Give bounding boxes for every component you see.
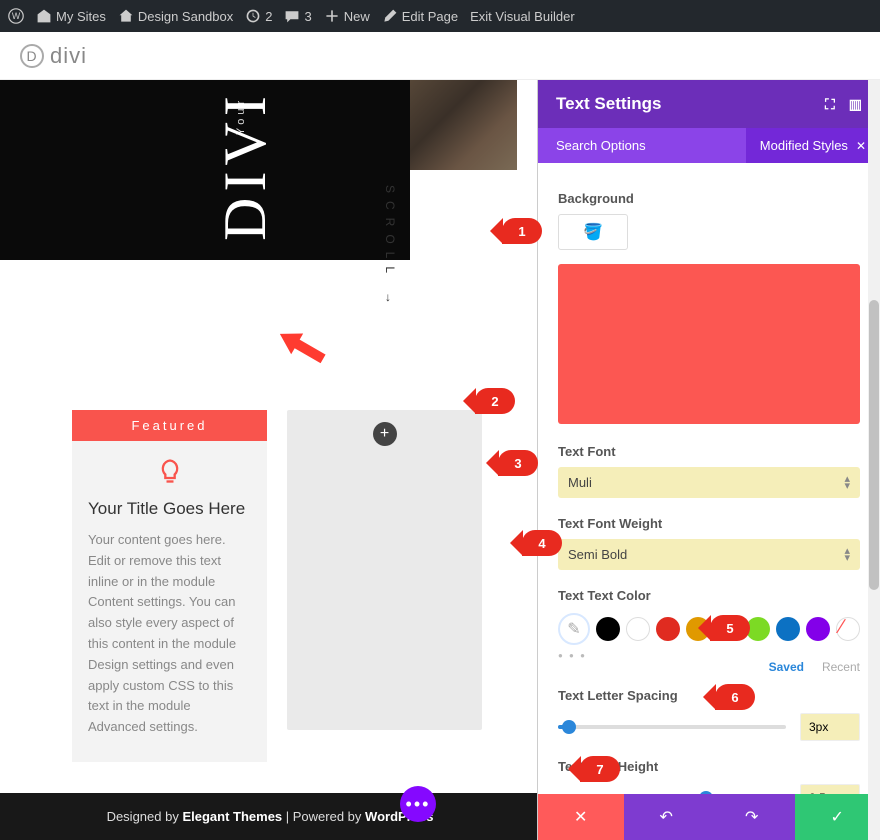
edit-page-link[interactable]: Edit Page xyxy=(382,8,458,24)
panel-scrollbar[interactable] xyxy=(868,80,880,840)
callout-4: 4 xyxy=(522,530,562,556)
my-sites-link[interactable]: My Sites xyxy=(36,8,106,24)
color-swatch-none[interactable]: ∕ xyxy=(836,617,860,641)
site-footer: Designed by Elegant Themes | Powered by … xyxy=(0,793,537,840)
color-swatch-red[interactable] xyxy=(656,617,680,641)
refresh-icon xyxy=(245,8,261,24)
svg-text:W: W xyxy=(12,11,21,21)
expand-icon[interactable]: ⛶ xyxy=(825,96,835,113)
scrollbar-thumb[interactable] xyxy=(869,300,879,590)
divi-logo-icon: D xyxy=(20,44,44,68)
empty-module[interactable]: + xyxy=(287,410,482,730)
featured-badge: Featured xyxy=(72,410,267,441)
callout-6: 6 xyxy=(715,684,755,710)
hero-image xyxy=(409,80,517,170)
wp-logo-icon[interactable]: W xyxy=(8,8,24,24)
hero-title: DIVI xyxy=(211,90,280,241)
site-name-link[interactable]: Design Sandbox xyxy=(118,8,233,24)
callout-5: 5 xyxy=(710,615,750,641)
eyedropper-icon: ✎ xyxy=(567,619,580,639)
scroll-indicator: SCROLL → xyxy=(383,185,397,312)
page-canvas[interactable]: Your DIVI SCROLL → Featured Your Title G… xyxy=(0,80,537,840)
panel-title: Text Settings xyxy=(556,94,661,114)
search-options-tab[interactable]: Search Options xyxy=(538,128,746,163)
cancel-button[interactable]: ✕ xyxy=(538,794,624,840)
home-icon xyxy=(118,8,134,24)
card-text: Your content goes here. Edit or remove t… xyxy=(88,530,251,738)
chevron-updown-icon: ▴▾ xyxy=(844,548,850,561)
color-swatch-white[interactable] xyxy=(626,617,650,641)
spacing-value-input[interactable]: 3px xyxy=(800,713,860,741)
hero-black-box: Your DIVI xyxy=(0,80,410,260)
callout-2: 2 xyxy=(475,388,515,414)
settings-panel: Text Settings ⛶ ▥ Search Options Modifie… xyxy=(537,80,880,840)
plus-icon xyxy=(324,8,340,24)
bg-picker-button[interactable]: 🪣 xyxy=(558,214,628,250)
close-icon[interactable]: ✕ xyxy=(856,139,866,153)
bg-label: Background xyxy=(558,191,860,206)
lineheight-value-input[interactable]: 2.5em xyxy=(800,784,860,794)
redo-icon: ↷ xyxy=(745,807,758,827)
add-module-button[interactable]: + xyxy=(373,422,397,446)
comment-icon xyxy=(284,8,300,24)
wp-admin-bar[interactable]: W My Sites Design Sandbox 2 3 New Edit P… xyxy=(0,0,880,32)
weight-select[interactable]: Semi Bold▴▾ xyxy=(558,539,860,570)
color-swatch-blue[interactable] xyxy=(776,617,800,641)
paint-bucket-icon: 🪣 xyxy=(583,222,603,242)
callout-1: 1 xyxy=(502,218,542,244)
color-swatch-purple[interactable] xyxy=(806,617,830,641)
comments-link[interactable]: 3 xyxy=(284,8,311,24)
new-link[interactable]: New xyxy=(324,8,370,24)
snap-icon[interactable]: ▥ xyxy=(849,96,862,113)
color-swatch-black[interactable] xyxy=(596,617,620,641)
callout-3: 3 xyxy=(498,450,538,476)
close-icon: ✕ xyxy=(574,807,587,827)
more-colors-icon[interactable]: ● ● ● xyxy=(558,651,860,660)
bg-color-preview[interactable] xyxy=(558,264,860,424)
undo-button[interactable]: ↶ xyxy=(624,794,710,840)
font-select[interactable]: Muli▴▾ xyxy=(558,467,860,498)
exit-vb-link[interactable]: Exit Visual Builder xyxy=(470,9,575,24)
panel-header: Text Settings ⛶ ▥ xyxy=(538,80,880,128)
modified-styles-tab[interactable]: Modified Styles✕ xyxy=(746,128,880,163)
pencil-icon xyxy=(382,8,398,24)
spacing-slider[interactable] xyxy=(558,725,786,729)
callout-7: 7 xyxy=(580,756,620,782)
recent-colors-link[interactable]: Recent xyxy=(822,660,860,674)
updates-link[interactable]: 2 xyxy=(245,8,272,24)
chevron-updown-icon: ▴▾ xyxy=(844,476,850,489)
redo-button[interactable]: ↷ xyxy=(709,794,795,840)
card-title: Your Title Goes Here xyxy=(88,498,251,520)
divi-fab-button[interactable]: ••• xyxy=(400,786,436,822)
lightbulb-icon xyxy=(156,457,184,485)
featured-card[interactable]: Featured Your Title Goes Here Your conte… xyxy=(72,410,267,762)
color-label: Text Text Color xyxy=(558,588,860,603)
undo-icon: ↶ xyxy=(660,807,673,827)
saved-colors-link[interactable]: Saved xyxy=(769,660,804,674)
check-icon: ✓ xyxy=(831,807,844,827)
site-header: D divi xyxy=(0,32,880,80)
font-label: Text Font xyxy=(558,444,860,459)
color-picker-button[interactable]: ✎ xyxy=(558,613,590,645)
divi-logo[interactable]: D divi xyxy=(20,43,87,69)
weight-label: Text Font Weight xyxy=(558,516,860,531)
sites-icon xyxy=(36,8,52,24)
